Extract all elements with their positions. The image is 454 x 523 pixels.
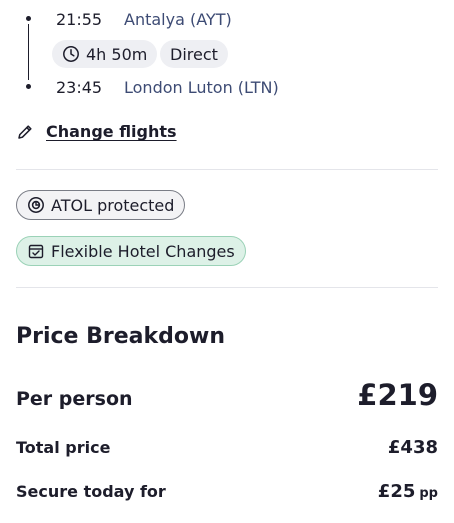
secure-today-price: £25 pp <box>378 481 438 502</box>
per-person-label: Per person <box>16 388 133 410</box>
total-price-row: Total price £438 <box>16 437 438 458</box>
departure-time: 21:55 <box>56 10 103 29</box>
clock-icon <box>63 46 79 62</box>
atol-badge: ATOL protected <box>16 190 186 220</box>
flexible-hotel-badge: Flexible Hotel Changes <box>16 236 246 266</box>
per-person-suffix: pp <box>419 486 438 501</box>
flexible-hotel-label: Flexible Hotel Changes <box>51 241 235 261</box>
divider <box>16 169 438 170</box>
change-flights-label: Change flights <box>46 122 177 141</box>
price-breakdown-title: Price Breakdown <box>16 324 225 349</box>
timeline-line <box>28 24 29 80</box>
total-price-label: Total price <box>16 438 111 457</box>
stops-text: Direct <box>170 44 218 64</box>
departure-dot <box>26 16 31 21</box>
duration-pill: 4h 50m <box>52 40 158 68</box>
total-price-value: £438 <box>387 437 438 458</box>
atol-shield-icon <box>28 197 44 213</box>
secure-today-value: £25 <box>377 481 416 502</box>
arrival-dot <box>26 84 31 89</box>
per-person-row: Per person £219 <box>16 378 438 412</box>
arrival-airport: London Luton (LTN) <box>124 78 279 97</box>
divider <box>16 287 438 288</box>
calendar-check-icon <box>28 244 44 259</box>
atol-label: ATOL protected <box>51 195 175 215</box>
change-flights-link[interactable]: Change flights <box>16 122 177 141</box>
secure-today-row: Secure today for £25 pp <box>16 481 438 502</box>
pencil-icon <box>18 124 32 139</box>
secure-today-label: Secure today for <box>16 482 166 501</box>
duration-text: 4h 50m <box>86 44 148 64</box>
per-person-price: £219 <box>357 378 438 412</box>
departure-airport: Antalya (AYT) <box>124 10 232 29</box>
stops-pill: Direct <box>160 40 228 68</box>
arrival-time: 23:45 <box>56 78 103 97</box>
